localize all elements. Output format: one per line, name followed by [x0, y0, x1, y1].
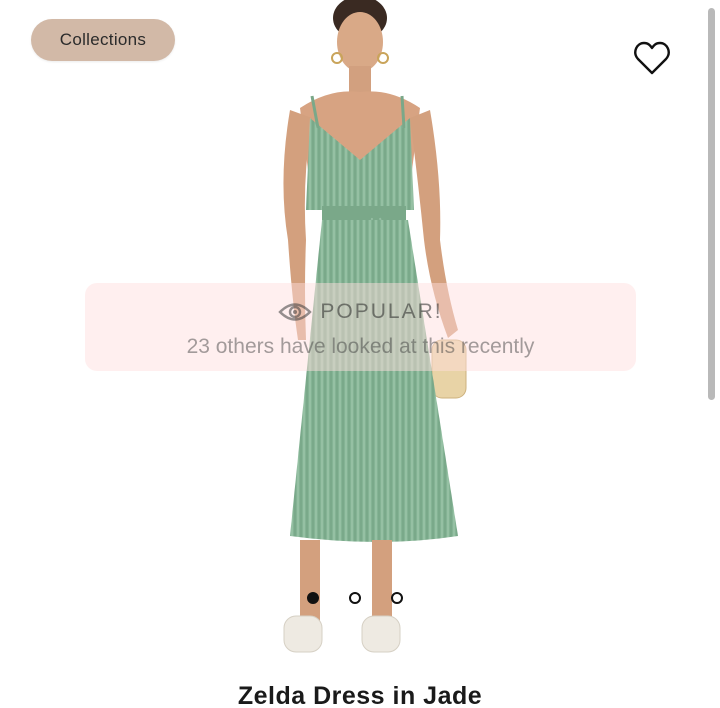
popular-title: POPULAR! [320, 300, 443, 323]
popular-subtitle: 23 others have looked at this recently [186, 335, 535, 358]
carousel-dots [307, 592, 403, 604]
scrollbar-thumb[interactable] [708, 8, 715, 400]
collections-label: Collections [59, 30, 147, 49]
heart-outline-icon[interactable] [633, 40, 671, 76]
popular-banner: POPULAR! 23 others have looked at this r… [85, 283, 636, 371]
carousel-dot-2[interactable] [349, 592, 361, 604]
eye-icon [278, 303, 313, 321]
collections-button[interactable]: Collections [31, 19, 175, 61]
carousel-dot-3[interactable] [391, 592, 403, 604]
carousel-dot-1[interactable] [307, 592, 319, 604]
product-title: Zelda Dress in Jade [237, 682, 483, 708]
